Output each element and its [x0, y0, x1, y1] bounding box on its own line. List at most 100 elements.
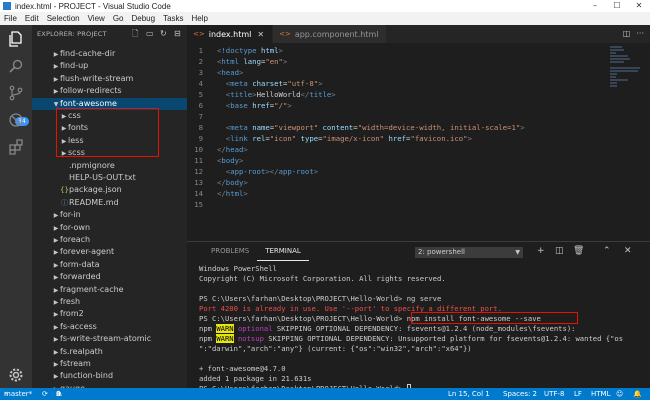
- menu-debug[interactable]: Debug: [127, 14, 159, 23]
- code-line: 9 <link rel="icon" type="image/x-icon" h…: [187, 133, 650, 144]
- tree-item[interactable]: ▶ for-in: [32, 209, 187, 221]
- cursor-position[interactable]: Ln 15, Col 1: [448, 388, 490, 400]
- tree-item[interactable]: ▶ find-up: [32, 60, 187, 72]
- tree-item[interactable]: ▶ function-bind: [32, 370, 187, 382]
- chevron-right-icon: ▶: [53, 336, 59, 344]
- maximize-button[interactable]: ☐: [607, 0, 627, 12]
- search-icon[interactable]: [8, 58, 24, 74]
- terminal-line: added 1 package in 21.631s: [199, 374, 312, 383]
- code-line: 4 <meta charset="utf-8">: [187, 78, 650, 89]
- menu-edit[interactable]: Edit: [21, 14, 43, 23]
- debug-icon[interactable]: [8, 112, 24, 128]
- code-line: 10 </head>: [187, 144, 650, 155]
- code-line: 1 <!doctype html>: [187, 45, 650, 56]
- tree-item-label: fs-access: [60, 321, 97, 331]
- tree-item[interactable]: ▶ form-data: [32, 259, 187, 271]
- highlight-box-command: [411, 312, 578, 324]
- tab-label: app.component.html: [294, 29, 379, 39]
- tree-item[interactable]: ▶ follow-redirects: [32, 85, 187, 97]
- tree-item[interactable]: ▶ for-own: [32, 222, 187, 234]
- tree-item-label: .npmignore: [69, 160, 115, 170]
- menu-help[interactable]: Help: [188, 14, 212, 23]
- language-status[interactable]: HTML: [591, 388, 610, 400]
- files-icon[interactable]: [8, 31, 24, 47]
- tree-item[interactable]: ▶ find-cache-dir: [32, 48, 187, 60]
- menu-selection[interactable]: Selection: [43, 14, 84, 23]
- maximize-panel-icon[interactable]: ⌃: [603, 246, 611, 256]
- tree-item[interactable]: ▶ forever-agent: [32, 246, 187, 258]
- tree-item[interactable]: ⓘREADME.md: [32, 197, 187, 209]
- minimap[interactable]: [610, 45, 640, 100]
- refresh-icon[interactable]: ↻: [160, 29, 169, 38]
- chevron-right-icon: ▶: [53, 63, 59, 71]
- tab-index-html[interactable]: <> index.html ✕: [187, 25, 274, 43]
- minimize-button[interactable]: –: [585, 0, 605, 12]
- tree-item[interactable]: ▶ fstream: [32, 358, 187, 370]
- new-terminal-icon[interactable]: +: [537, 246, 545, 256]
- source-control-icon[interactable]: [8, 85, 24, 101]
- collapse-all-icon[interactable]: ⊟: [174, 29, 183, 38]
- editor-tabs: <> index.html ✕ <> app.component.html ◫ …: [187, 25, 650, 43]
- tree-item[interactable]: ▶ fragment-cache: [32, 284, 187, 296]
- eol-status[interactable]: LF: [574, 388, 582, 400]
- sync-icon[interactable]: ⟳: [42, 388, 48, 400]
- notifications-icon[interactable]: 🔔: [633, 388, 642, 400]
- code-text: <base href="/">: [225, 101, 292, 110]
- tab-problems[interactable]: PROBLEMS: [203, 242, 257, 261]
- menu-tasks[interactable]: Tasks: [159, 14, 187, 23]
- indentation-status[interactable]: Spaces: 2: [503, 388, 537, 400]
- kill-terminal-icon[interactable]: 🗑: [573, 246, 584, 256]
- tab-terminal[interactable]: TERMINAL: [257, 242, 309, 261]
- new-folder-icon[interactable]: ▭: [146, 29, 155, 38]
- warn-text: SKIPPING OPTIONAL DEPENDENCY: fsevents@1…: [272, 324, 576, 333]
- tree-item-label: form-data: [60, 259, 100, 269]
- gear-icon[interactable]: [8, 367, 24, 383]
- close-tab-icon[interactable]: ✕: [257, 30, 264, 39]
- code-text: <title>HelloWorld</title>: [225, 90, 336, 99]
- close-panel-icon[interactable]: ✕: [624, 246, 632, 256]
- terminal-output[interactable]: Windows PowerShell Copyright (C) Microso…: [199, 264, 623, 394]
- tab-app-component-html[interactable]: <> app.component.html: [273, 25, 388, 43]
- code-editor[interactable]: 1 <!doctype html> 2 <html lang="en"> 3 <head>…: [187, 43, 650, 241]
- tree-item[interactable]: ▶ flush-write-stream: [32, 73, 187, 85]
- code-text: </head>: [217, 145, 248, 154]
- tree-item[interactable]: .npmignore: [32, 160, 187, 172]
- split-terminal-icon[interactable]: ◫: [555, 246, 564, 256]
- tree-item-label: function-bind: [60, 371, 114, 381]
- line-number: 6: [198, 101, 203, 110]
- chevron-right-icon: ▶: [53, 261, 59, 269]
- tree-item-label: follow-redirects: [60, 86, 122, 96]
- html-file-icon: <>: [193, 30, 205, 38]
- tree-item-label: package.json: [69, 185, 122, 195]
- tree-item[interactable]: HELP-US-OUT.txt: [32, 172, 187, 184]
- split-editor-icon[interactable]: ◫: [623, 29, 631, 38]
- terminal-select[interactable]: 2: powershell ▼: [415, 247, 523, 258]
- explorer-title: EXPLORER: PROJECT: [37, 29, 107, 38]
- more-actions-icon[interactable]: ···: [636, 29, 644, 38]
- terminal-line: + font-awesome@4.7.0: [199, 364, 286, 373]
- warning-count: 0: [56, 390, 61, 398]
- tree-item[interactable]: ▶ forwarded: [32, 271, 187, 283]
- extensions-icon[interactable]: [8, 139, 24, 155]
- close-window-button[interactable]: ✕: [629, 0, 649, 12]
- tree-item[interactable]: ▶ fs-access: [32, 321, 187, 333]
- menu-go[interactable]: Go: [109, 14, 128, 23]
- code-line: 13 </body>: [187, 177, 650, 188]
- tree-item[interactable]: ▶ from2: [32, 308, 187, 320]
- tree-item[interactable]: {}package.json: [32, 184, 187, 196]
- tree-item[interactable]: ▶ fs-write-stream-atomic: [32, 333, 187, 345]
- line-number: 3: [198, 68, 203, 77]
- tree-item[interactable]: ▶ fs.realpath: [32, 346, 187, 358]
- menu-view[interactable]: View: [84, 14, 109, 23]
- menu-file[interactable]: File: [0, 14, 21, 23]
- chevron-right-icon: ▶: [53, 51, 59, 58]
- tree-item[interactable]: ▶ foreach: [32, 234, 187, 246]
- new-file-icon[interactable]: 🗋: [132, 29, 141, 38]
- feedback-icon[interactable]: ☺: [616, 388, 623, 400]
- encoding-status[interactable]: UTF-8: [544, 388, 564, 400]
- tree-item[interactable]: ▶ fresh: [32, 296, 187, 308]
- line-number: 8: [198, 123, 203, 132]
- tree-item-label: flush-write-stream: [60, 73, 134, 83]
- terminal-line: npm WARN notsup SKIPPING OPTIONAL DEPEND…: [199, 334, 623, 344]
- code-text: <body>: [217, 156, 244, 165]
